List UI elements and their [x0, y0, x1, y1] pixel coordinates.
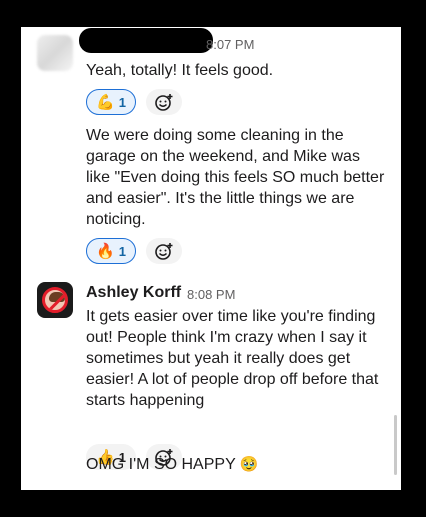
message-timestamp[interactable]: 8:07 PM — [206, 37, 254, 52]
reaction-count: 1 — [118, 94, 126, 110]
avatar-blurred[interactable] — [37, 35, 73, 71]
reaction-muscle[interactable]: 💪 1 — [86, 89, 136, 115]
scrollbar[interactable] — [394, 415, 397, 475]
message-timestamp[interactable]: 8:08 PM — [187, 287, 235, 302]
screenshot-frame: 8:07 PM Yeah, totally! It feels good. 💪 … — [0, 0, 426, 517]
message-text-line: OMG I'M SO HAPPY 🥹 — [86, 454, 386, 475]
add-reaction-button[interactable] — [146, 238, 182, 264]
add-reaction-icon — [155, 94, 173, 111]
reaction-count: 1 — [118, 243, 126, 259]
message-text: OMG I'M SO HAPPY — [86, 456, 236, 473]
add-reaction-button[interactable] — [146, 89, 182, 115]
message-pane: 8:07 PM Yeah, totally! It feels good. 💪 … — [21, 27, 401, 490]
avatar-ashley-korff[interactable] — [37, 282, 73, 318]
face-holding-back-tears-icon: 🥹 — [239, 455, 259, 473]
reaction-fire[interactable]: 🔥 1 — [86, 238, 136, 264]
avatar-image — [42, 287, 68, 313]
redacted-name — [79, 28, 213, 53]
add-reaction-icon — [155, 243, 173, 260]
fire-icon: 🔥 — [96, 241, 115, 260]
flexed-biceps-icon: 💪 — [96, 92, 115, 111]
message-text: We were doing some cleaning in the garag… — [86, 127, 385, 228]
message-text: Yeah, totally! It feels good. — [86, 62, 274, 79]
message-text: It gets easier over time like you're fin… — [86, 308, 379, 409]
author-name[interactable]: Ashley Korff — [86, 284, 181, 302]
